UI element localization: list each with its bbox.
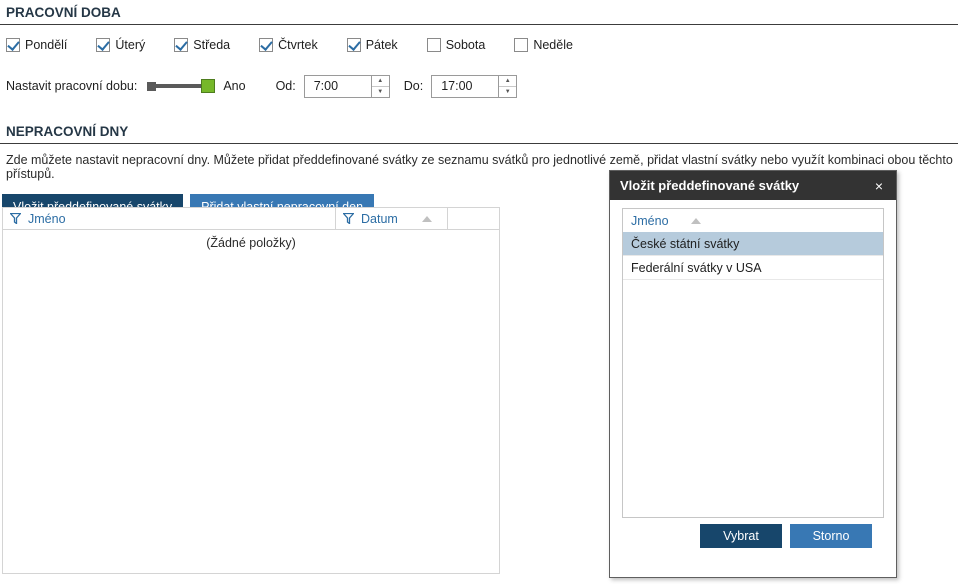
checkbox-icon[interactable] (96, 38, 110, 52)
column-header-label: Datum (361, 212, 398, 226)
select-button[interactable]: Vybrat (700, 524, 782, 548)
checkbox-label: Úterý (115, 38, 145, 52)
filter-icon[interactable] (10, 213, 21, 224)
working-time-row: Nastavit pracovní dobu: Ano Od: 7:00 ▲ ▼… (6, 74, 958, 98)
listbox-header-label: Jméno (631, 214, 669, 228)
holiday-set-listbox: Jméno České státní svátky Federální svát… (622, 208, 884, 518)
to-time-value[interactable]: 17:00 (432, 76, 498, 97)
toggle-endcap (147, 82, 156, 91)
checkbox-thursday[interactable]: Čtvrtek (259, 38, 318, 52)
to-time-input[interactable]: 17:00 ▲ ▼ (431, 75, 517, 98)
dialog-titlebar: Vložit předdefinované svátky × (610, 171, 896, 200)
column-header-date[interactable]: Datum (336, 208, 448, 229)
checkbox-monday[interactable]: Pondělí (6, 38, 67, 52)
to-time-spinner: ▲ ▼ (498, 76, 516, 97)
checkbox-sunday[interactable]: Neděle (514, 38, 573, 52)
dialog-body: Jméno České státní svátky Federální svát… (610, 200, 896, 548)
checkbox-label: Neděle (533, 38, 573, 52)
toggle-handle[interactable] (201, 79, 215, 93)
cancel-button[interactable]: Storno (790, 524, 872, 548)
checkbox-tuesday[interactable]: Úterý (96, 38, 145, 52)
table-header-row: Jméno Datum (3, 208, 499, 230)
dialog-title: Vložit předdefinované svátky (620, 178, 799, 193)
close-icon[interactable]: × (872, 178, 886, 194)
table-empty-placeholder: (Žádné položky) (3, 230, 499, 250)
checkbox-icon[interactable] (259, 38, 273, 52)
checkbox-icon[interactable] (427, 38, 441, 52)
checkbox-label: Pondělí (25, 38, 67, 52)
working-time-settings-page: PRACOVNÍ DOBA Pondělí Úterý Středa Čtvrt… (0, 0, 958, 584)
to-label: Do: (404, 79, 423, 93)
list-item-czech-holidays[interactable]: České státní svátky (623, 232, 883, 256)
list-item-us-federal-holidays[interactable]: Federální svátky v USA (623, 256, 883, 280)
checkbox-icon[interactable] (347, 38, 361, 52)
spin-down-icon[interactable]: ▼ (499, 87, 516, 97)
column-header-label: Jméno (28, 212, 66, 226)
checkbox-icon[interactable] (174, 38, 188, 52)
spin-down-icon[interactable]: ▼ (372, 87, 389, 97)
spin-up-icon[interactable]: ▲ (372, 76, 389, 87)
working-hours-section-title: PRACOVNÍ DOBA (0, 0, 958, 25)
non-working-days-table: Jméno Datum (Žádné položky) (2, 207, 500, 574)
sort-ascending-icon[interactable] (422, 216, 432, 222)
checkbox-label: Středa (193, 38, 230, 52)
checkbox-friday[interactable]: Pátek (347, 38, 398, 52)
checkbox-label: Sobota (446, 38, 486, 52)
from-time-spinner: ▲ ▼ (371, 76, 389, 97)
listbox-header[interactable]: Jméno (623, 209, 883, 232)
checkbox-icon[interactable] (6, 38, 20, 52)
checkbox-wednesday[interactable]: Středa (174, 38, 230, 52)
column-header-name[interactable]: Jméno (3, 208, 336, 229)
checkbox-label: Pátek (366, 38, 398, 52)
toggle-value-label: Ano (223, 79, 245, 93)
checkbox-icon[interactable] (514, 38, 528, 52)
checkbox-saturday[interactable]: Sobota (427, 38, 486, 52)
filter-icon[interactable] (343, 213, 354, 224)
insert-predefined-holidays-dialog: Vložit předdefinované svátky × Jméno Čes… (609, 170, 897, 578)
column-header-extra (448, 208, 499, 229)
non-working-days-section-title: NEPRACOVNÍ DNY (0, 119, 958, 144)
from-time-input[interactable]: 7:00 ▲ ▼ (304, 75, 390, 98)
working-time-toggle-slider[interactable] (147, 79, 215, 94)
sort-ascending-icon[interactable] (691, 218, 701, 224)
toggle-track (156, 84, 201, 88)
weekday-checkbox-row: Pondělí Úterý Středa Čtvrtek Pátek Sobot… (6, 38, 958, 52)
spin-up-icon[interactable]: ▲ (499, 76, 516, 87)
dialog-footer: Vybrat Storno (622, 518, 884, 548)
checkbox-label: Čtvrtek (278, 38, 318, 52)
from-time-value[interactable]: 7:00 (305, 76, 371, 97)
from-label: Od: (276, 79, 296, 93)
set-working-time-label: Nastavit pracovní dobu: (6, 79, 137, 93)
